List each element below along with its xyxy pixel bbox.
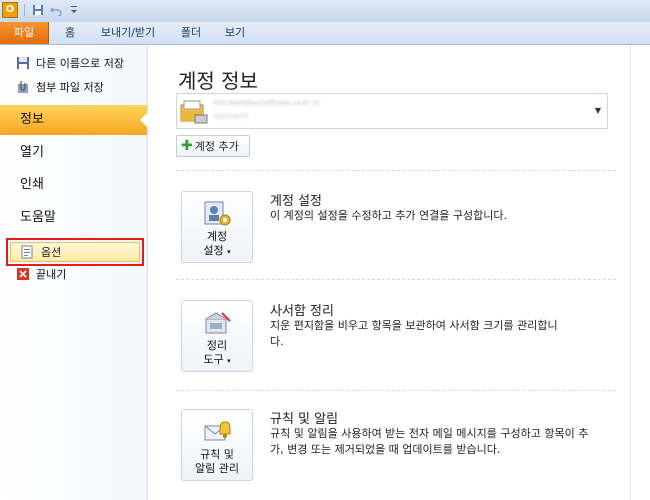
title-bar: O [0, 0, 650, 22]
account-type: POP/SMTP [213, 113, 249, 121]
section-divider [176, 170, 616, 171]
save-as-icon [16, 56, 30, 70]
nav-exit-label: 끝내기 [36, 268, 67, 281]
account-folder-icon [179, 99, 209, 125]
account-settings-button[interactable]: 계정 설정 ▾ [181, 191, 253, 263]
nav-save-attachments[interactable]: 첨부 파일 저장 [0, 77, 147, 97]
account-selector[interactable]: info.dom@socialfunex.co.kr (I) POP/SMTP … [176, 93, 608, 129]
info-panel: 계정 정보 info.dom@socialfunex.co.kr (I) POP… [148, 45, 630, 500]
account-settings-title: 계정 설정 [270, 194, 322, 209]
manage-rules-alerts-button[interactable]: 규칙 및 알림 관리 [181, 409, 253, 481]
mailbox-cleanup-desc: 지운 편지함을 비우고 항목을 보관하여 사서함 크기를 관리합니다. [270, 319, 558, 348]
rules-label-line1: 규칙 및 [200, 448, 234, 461]
nav-save-as[interactable]: 다른 이름으로 저장 [0, 53, 147, 73]
account-settings-label-line1: 계정 [206, 230, 228, 243]
nav-options-highlight: 옵션 [6, 238, 144, 266]
tab-folder[interactable]: 폴더 [174, 22, 208, 44]
rules-label-line2: 알림 관리 [195, 462, 239, 475]
account-settings-button-label: 계정 설정 ▾ [182, 230, 252, 259]
nav-options[interactable]: 옵션 [10, 242, 140, 262]
nav-save-attachments-label: 첨부 파일 저장 [36, 81, 104, 94]
attachment-save-icon [16, 80, 30, 94]
chevron-down-icon: ▾ [227, 248, 231, 256]
nav-info[interactable]: 정보 [0, 105, 148, 135]
tab-view[interactable]: 보기 [218, 22, 252, 44]
undo-icon[interactable] [49, 3, 63, 17]
account-settings-icon [202, 200, 232, 228]
rules-alerts-title: 규칙 및 알림 [270, 412, 339, 427]
nav-help[interactable]: 도움말 [0, 203, 147, 233]
outlook-app-icon[interactable]: O [2, 2, 18, 18]
account-settings-label-line2: 설정 [203, 244, 224, 257]
rules-alerts-button-label: 규칙 및 알림 관리 [182, 448, 252, 476]
exit-icon [16, 267, 30, 281]
nav-options-label: 옵션 [41, 246, 62, 259]
cleanup-label-line2: 도구 [203, 353, 224, 366]
nav-print[interactable]: 인쇄 [0, 170, 147, 200]
cleanup-label-line1: 정리 [206, 339, 228, 352]
page-title: 계정 정보 [178, 69, 258, 93]
add-account-label: 계정 추가 [194, 140, 239, 153]
chevron-down-icon: ▾ [227, 357, 231, 365]
ribbon-tab-bar: 파일 홈 보내기/받기 폴더 보기 [0, 22, 650, 45]
tab-send-receive[interactable]: 보내기/받기 [90, 22, 166, 44]
nav-open[interactable]: 열기 [0, 138, 147, 168]
section-divider [176, 279, 616, 280]
options-icon [21, 245, 35, 259]
save-icon[interactable] [31, 3, 45, 17]
backstage-nav: 다른 이름으로 저장 첨부 파일 저장 정보 열기 인쇄 도움말 옵션 끝내기 [0, 45, 148, 500]
add-account-button[interactable]: ✚ 계정 추가 [176, 135, 250, 157]
cleanup-tools-icon [202, 309, 232, 337]
vertical-scrollbar[interactable] [630, 45, 650, 500]
backstage-view: 다른 이름으로 저장 첨부 파일 저장 정보 열기 인쇄 도움말 옵션 끝내기 [0, 45, 650, 500]
section-divider [176, 390, 616, 391]
nav-exit[interactable]: 끝내기 [0, 264, 147, 284]
quick-access-toolbar: O [2, 2, 81, 18]
customize-icon[interactable] [67, 3, 81, 17]
dropdown-arrow-icon: ▼ [594, 106, 601, 115]
rules-alerts-icon [202, 418, 232, 446]
cleanup-tools-button-label: 정리 도구 ▾ [182, 339, 252, 368]
tab-home[interactable]: 홈 [58, 22, 82, 44]
qat-separator [24, 4, 25, 16]
plus-icon: ✚ [181, 138, 193, 154]
cleanup-tools-button[interactable]: 정리 도구 ▾ [181, 300, 253, 372]
rules-alerts-desc: 규칙 및 알림을 사용하여 받는 전자 메일 메시지를 구성하고 항목이 추가,… [270, 427, 589, 456]
tab-file[interactable]: 파일 [0, 22, 49, 44]
account-email: info.dom@socialfunex.co.kr (I) [213, 99, 320, 107]
account-settings-desc: 이 계정의 설정을 수정하고 추가 연결을 구성합니다. [270, 209, 507, 222]
nav-save-as-label: 다른 이름으로 저장 [36, 57, 124, 70]
mailbox-cleanup-title: 사서함 정리 [270, 304, 334, 319]
